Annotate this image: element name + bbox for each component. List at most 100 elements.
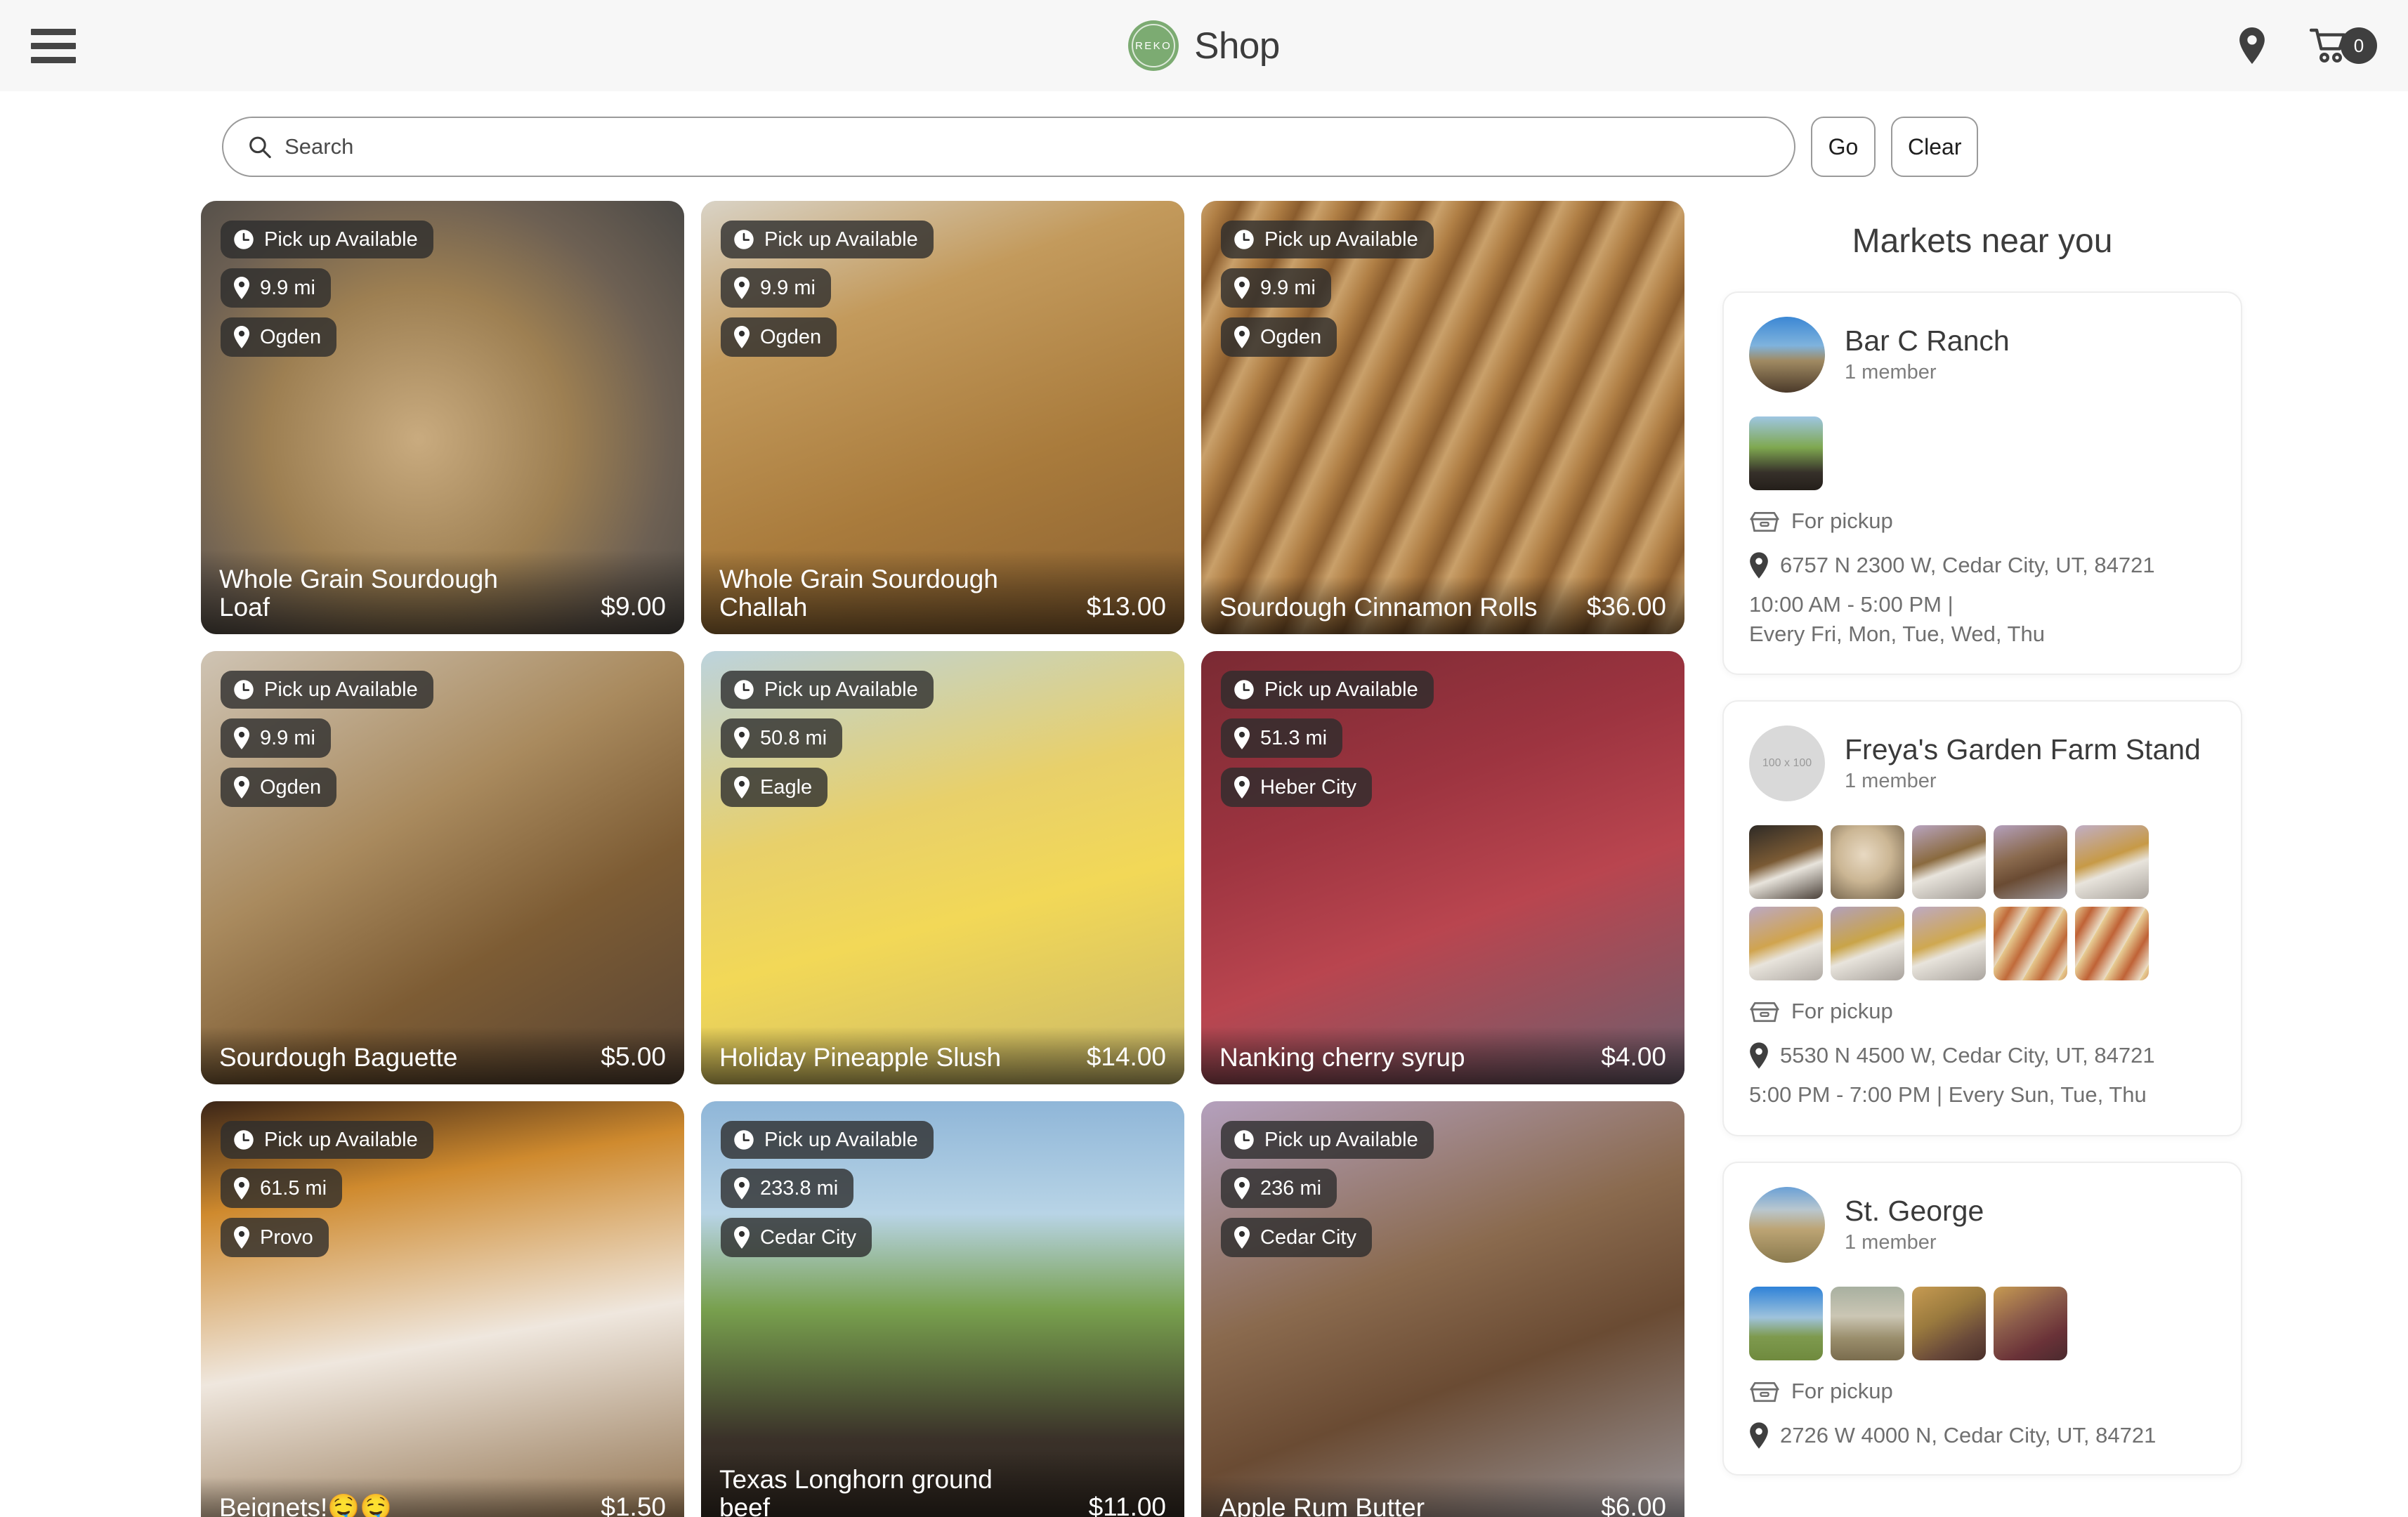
location-pin-icon <box>233 1226 250 1249</box>
market-thumbnail[interactable] <box>2075 907 2149 980</box>
product-footer: Sourdough Baguette $5.00 <box>201 1027 684 1084</box>
distance-badge: 61.5 mi <box>221 1169 342 1208</box>
main-content: Pick up Available 9.9 mi Ogden Whole Gra… <box>0 201 2408 1517</box>
market-thumbnail[interactable] <box>1831 1287 1904 1360</box>
product-card[interactable]: Pick up Available 51.3 mi Heber City Nan… <box>1201 651 1684 1084</box>
market-header: Bar C Ranch 1 member <box>1749 317 2216 393</box>
product-price: $9.00 <box>601 592 666 622</box>
product-price: $5.00 <box>601 1042 666 1072</box>
location-pin-icon <box>1234 1177 1250 1200</box>
takeout-box-icon <box>1749 508 1780 534</box>
pickup-badge: Pick up Available <box>1221 671 1434 709</box>
product-card[interactable]: Pick up Available 61.5 mi Provo Beignets… <box>201 1101 684 1517</box>
location-pin-icon <box>233 277 250 299</box>
market-card[interactable]: St. George 1 member For pickup 2726 W 40… <box>1722 1162 2242 1476</box>
market-hours: 10:00 AM - 5:00 PM | Every Fri, Mon, Tue… <box>1749 590 2216 648</box>
market-thumbnail[interactable] <box>1912 825 1986 899</box>
market-thumbnail[interactable] <box>1912 1287 1986 1360</box>
market-card[interactable]: Bar C Ranch 1 member For pickup 6757 N 2… <box>1722 291 2242 675</box>
market-thumbnail[interactable] <box>1749 825 1823 899</box>
location-pin-icon <box>233 776 250 799</box>
product-price: $36.00 <box>1587 592 1666 622</box>
product-title: Nanking cherry syrup <box>1219 1044 1465 1072</box>
search-field-wrapper[interactable] <box>222 117 1795 177</box>
city-label: Ogden <box>260 777 321 798</box>
distance-badge: 9.9 mi <box>1221 268 1331 308</box>
distance-label: 9.9 mi <box>260 278 315 298</box>
product-card[interactable]: Pick up Available 233.8 mi Cedar City Te… <box>701 1101 1184 1517</box>
market-thumbnail[interactable] <box>1912 907 1986 980</box>
distance-badge: 50.8 mi <box>721 718 842 758</box>
product-price: $11.00 <box>1089 1492 1166 1517</box>
market-thumbnail[interactable] <box>1994 825 2067 899</box>
city-badge: Ogden <box>721 317 837 357</box>
cart-button[interactable]: 0 <box>2310 27 2377 64</box>
market-member-count: 1 member <box>1845 770 2201 793</box>
product-title: Whole Grain Sourdough Loaf <box>219 565 542 622</box>
market-avatar: 100 x 100 <box>1749 725 1825 801</box>
product-card[interactable]: Pick up Available 9.9 mi Ogden Whole Gra… <box>701 201 1184 634</box>
distance-badge: 51.3 mi <box>1221 718 1342 758</box>
market-pickup-row: For pickup <box>1749 1379 2216 1404</box>
market-thumbnail[interactable] <box>1831 907 1904 980</box>
clock-icon <box>1234 1129 1255 1150</box>
menu-icon[interactable] <box>31 26 76 65</box>
pickup-badge: Pick up Available <box>221 1121 433 1159</box>
market-thumbnail[interactable] <box>1749 416 1823 490</box>
location-pin-icon <box>1749 552 1769 579</box>
location-pin-icon[interactable] <box>2238 27 2266 64</box>
market-thumbnail[interactable] <box>1994 907 2067 980</box>
market-avatar <box>1749 1187 1825 1263</box>
distance-label: 61.5 mi <box>260 1178 327 1199</box>
product-card[interactable]: Pick up Available 236 mi Cedar City Appl… <box>1201 1101 1684 1517</box>
distance-label: 9.9 mi <box>1260 278 1316 298</box>
product-title: Whole Grain Sourdough Challah <box>719 565 1042 622</box>
market-thumbnail[interactable] <box>1749 1287 1823 1360</box>
distance-label: 236 mi <box>1260 1178 1321 1199</box>
markets-heading: Markets near you <box>1722 201 2242 291</box>
pickup-badge: Pick up Available <box>721 671 934 709</box>
pickup-label: Pick up Available <box>1264 1130 1418 1150</box>
search-bar: Go Clear <box>222 91 2408 201</box>
search-go-button[interactable]: Go <box>1811 117 1876 177</box>
market-thumbnails <box>1749 1287 2216 1360</box>
location-pin-icon <box>733 1226 750 1249</box>
city-badge: Eagle <box>721 768 827 807</box>
location-pin-icon <box>233 326 250 348</box>
market-address: 6757 N 2300 W, Cedar City, UT, 84721 <box>1780 553 2155 578</box>
reko-logo-icon[interactable]: REKO <box>1128 20 1179 71</box>
distance-badge: 9.9 mi <box>721 268 831 308</box>
search-clear-button[interactable]: Clear <box>1891 117 1978 177</box>
market-avatar <box>1749 317 1825 393</box>
market-name: Bar C Ranch <box>1845 325 2010 357</box>
market-thumbnail[interactable] <box>2075 825 2149 899</box>
distance-label: 233.8 mi <box>760 1178 838 1199</box>
city-badge: Cedar City <box>1221 1218 1372 1257</box>
location-pin-icon <box>1234 1226 1250 1249</box>
clock-icon <box>1234 229 1255 250</box>
avatar-placeholder-label: 100 x 100 <box>1762 757 1812 770</box>
city-badge: Ogden <box>1221 317 1337 357</box>
product-card[interactable]: Pick up Available 50.8 mi Eagle Holiday … <box>701 651 1184 1084</box>
distance-badge: 9.9 mi <box>221 718 331 758</box>
market-card[interactable]: 100 x 100 Freya's Garden Farm Stand 1 me… <box>1722 700 2242 1136</box>
market-pickup-row: For pickup <box>1749 999 2216 1024</box>
product-card[interactable]: Pick up Available 9.9 mi Ogden Whole Gra… <box>201 201 684 634</box>
distance-badge: 9.9 mi <box>221 268 331 308</box>
market-thumbnails <box>1749 416 2216 490</box>
distance-label: 9.9 mi <box>760 278 816 298</box>
clock-icon <box>733 679 754 700</box>
product-card[interactable]: Pick up Available 9.9 mi Ogden Sourdough… <box>1201 201 1684 634</box>
market-pickup-label: For pickup <box>1791 508 1893 534</box>
pickup-label: Pick up Available <box>1264 230 1418 250</box>
city-label: Heber City <box>1260 777 1356 798</box>
search-input[interactable] <box>284 134 1770 159</box>
city-badge: Provo <box>221 1218 329 1257</box>
product-footer: Holiday Pineapple Slush $14.00 <box>701 1027 1184 1084</box>
product-card[interactable]: Pick up Available 9.9 mi Ogden Sourdough… <box>201 651 684 1084</box>
product-footer: Texas Longhorn ground beef $11.00 <box>701 1450 1184 1517</box>
page-title: Shop <box>1194 25 1280 67</box>
market-thumbnail[interactable] <box>1831 825 1904 899</box>
market-thumbnail[interactable] <box>1994 1287 2067 1360</box>
market-thumbnail[interactable] <box>1749 907 1823 980</box>
